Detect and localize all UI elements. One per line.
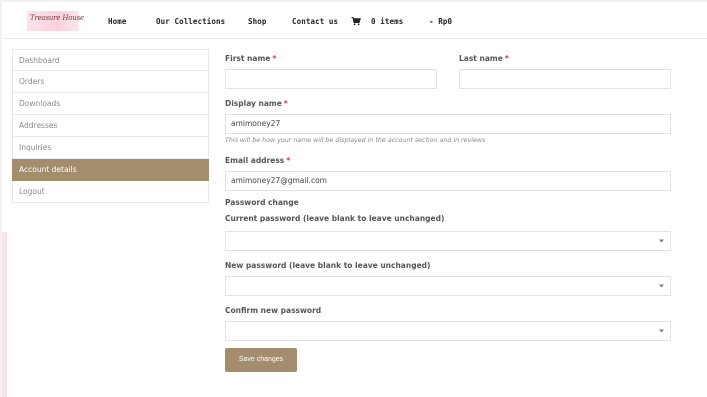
eye-icon[interactable] (659, 329, 664, 333)
site-logo[interactable]: Treasure House (27, 11, 84, 31)
first-name-label: First name * (225, 54, 276, 63)
new-password-field[interactable] (225, 276, 671, 296)
required-marker: * (504, 54, 509, 63)
display-name-hint: This will be how your name will be displ… (225, 137, 486, 144)
last-name-field[interactable] (459, 69, 671, 89)
sidebar-item-inquiries[interactable]: Inquiries (12, 137, 209, 159)
eye-icon[interactable] (659, 239, 664, 243)
sidebar-item-logout[interactable]: Logout (12, 181, 209, 203)
sidebar-item-account-details[interactable]: Account details (12, 159, 209, 181)
email-label: Email address * (225, 156, 290, 165)
first-name-field[interactable] (225, 69, 437, 89)
new-password-label: New password (leave blank to leave uncha… (225, 261, 431, 270)
confirm-password-label: Confirm new password (225, 306, 322, 315)
save-changes-button[interactable]: Save changes (225, 348, 297, 372)
sidebar-item-downloads[interactable]: Downloads (12, 93, 209, 115)
page: Treasure House Home Our Collections Shop… (2, 2, 707, 397)
email-field[interactable]: amimoney27@gmail.com (225, 171, 671, 191)
sidebar-item-orders[interactable]: Orders (12, 71, 209, 93)
site-header: Treasure House Home Our Collections Shop… (2, 2, 707, 39)
account-sidebar: Dashboard Orders Downloads Addresses Inq… (12, 49, 209, 203)
last-name-label-text: Last name (459, 54, 503, 63)
current-password-field[interactable] (225, 231, 671, 251)
cart-total[interactable]: - Rp0 (429, 17, 452, 26)
confirm-password-field[interactable] (225, 321, 671, 341)
email-label-text: Email address (225, 156, 285, 165)
current-password-label: Current password (leave blank to leave u… (225, 214, 445, 223)
password-change-heading: Password change (225, 198, 299, 207)
required-marker: * (272, 54, 277, 63)
display-name-label: Display name * (225, 99, 288, 108)
required-marker: * (283, 99, 288, 108)
eye-icon[interactable] (659, 284, 664, 288)
nav-collections-link[interactable]: Our Collections (156, 17, 225, 26)
cart-count[interactable]: 0 items (371, 17, 403, 26)
last-name-label: Last name * (459, 54, 509, 63)
logo-text: Treasure House (30, 14, 84, 22)
display-name-label-text: Display name (225, 99, 282, 108)
nav-shop-link[interactable]: Shop (248, 17, 266, 26)
nav-contact-link[interactable]: Contact us (292, 17, 338, 26)
first-name-label-text: First name (225, 54, 271, 63)
required-marker: * (286, 156, 291, 165)
cart-icon[interactable] (351, 16, 361, 26)
decorative-strip (2, 232, 7, 397)
nav-home-link[interactable]: Home (108, 17, 126, 26)
sidebar-item-addresses[interactable]: Addresses (12, 115, 209, 137)
sidebar-item-dashboard[interactable]: Dashboard (12, 49, 209, 71)
display-name-field[interactable]: amimoney27 (225, 114, 671, 134)
